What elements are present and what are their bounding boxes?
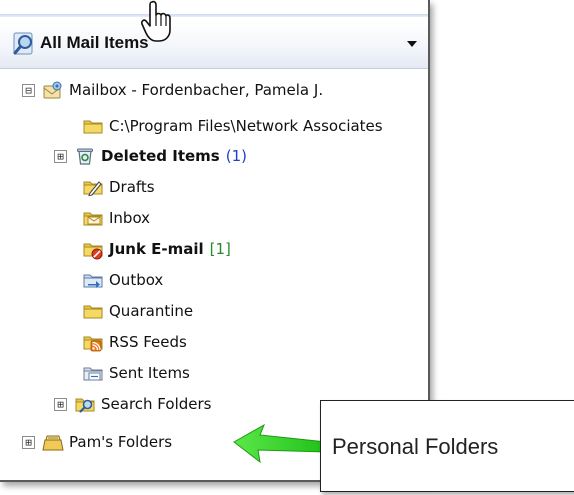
personal-folders-callout: Personal Folders — [320, 400, 574, 492]
tree-item-label: Inbox — [109, 209, 151, 227]
expand-toggle-icon[interactable]: ⊞ — [54, 149, 67, 163]
drafts-icon — [82, 176, 104, 198]
hand-cursor-icon — [141, 0, 171, 42]
tree-item-deleted-items[interactable]: ⊞ Deleted Items (1) — [54, 141, 247, 171]
deleted-items-icon — [74, 145, 96, 167]
pane-top-edge — [0, 14, 428, 17]
search-folder-icon — [12, 31, 36, 57]
rss-feeds-icon — [82, 331, 104, 353]
tree-item-label: Sent Items — [109, 364, 190, 382]
tree-item-inbox[interactable]: Inbox — [82, 203, 150, 233]
all-mail-items-header[interactable]: All Mail Items — [0, 22, 428, 69]
unread-count-badge: (1) — [225, 147, 247, 165]
expand-toggle-icon[interactable]: ⊞ — [54, 397, 67, 411]
callout-text: Personal Folders — [332, 434, 499, 459]
inbox-icon — [82, 207, 104, 229]
tree-item-label: Mailbox - Fordenbacher, Pamela J. — [69, 81, 324, 99]
tree-item-junk-email[interactable]: Junk E-mail [1] — [82, 234, 231, 264]
expand-toggle-icon[interactable]: ⊞ — [22, 435, 35, 449]
tree-item-label: C:\Program Files\Network Associates — [109, 117, 383, 135]
tree-item-quarantine[interactable]: Quarantine — [82, 296, 193, 326]
tree-item-drafts[interactable]: Drafts — [82, 172, 155, 202]
folder-icon — [82, 115, 104, 137]
collapse-toggle-icon[interactable]: ⊟ — [22, 83, 35, 97]
sent-items-icon — [82, 362, 104, 384]
tree-item-rss-feeds[interactable]: RSS Feeds — [82, 327, 187, 357]
tree-item-search-folders[interactable]: ⊞ Search Folders — [54, 389, 211, 419]
screenshot-stage: All Mail Items ⊟ Mailbox - Fordenbacher,… — [0, 0, 574, 495]
tree-item-label: Deleted Items — [101, 147, 220, 165]
tree-item-label: Quarantine — [109, 302, 194, 320]
tree-item-program-files[interactable]: C:\Program Files\Network Associates — [82, 111, 383, 141]
tree-item-label: Junk E-mail — [109, 240, 204, 258]
tree-item-sent-items[interactable]: Sent Items — [82, 358, 190, 388]
folder-icon — [82, 300, 104, 322]
header-title: All Mail Items — [40, 33, 149, 52]
item-count-badge: [1] — [209, 240, 231, 258]
green-arrow-icon — [233, 423, 327, 464]
tree-item-label: Search Folders — [101, 395, 212, 413]
junk-email-icon — [82, 238, 104, 260]
tree-item-outbox[interactable]: Outbox — [82, 265, 163, 295]
search-folders-icon — [74, 393, 96, 415]
mailbox-icon — [42, 79, 64, 101]
tree-item-label: RSS Feeds — [109, 333, 187, 351]
tree-item-mailbox[interactable]: ⊟ Mailbox - Fordenbacher, Pamela J. — [22, 75, 323, 105]
tree-item-label: Outbox — [109, 271, 164, 289]
tree-item-label: Pam's Folders — [69, 433, 173, 451]
tree-item-pams-folders[interactable]: ⊞ Pam's Folders — [22, 427, 172, 457]
outbox-icon — [82, 269, 104, 291]
dropdown-arrow-icon[interactable] — [404, 36, 420, 52]
tree-item-label: Drafts — [109, 178, 155, 196]
personal-folders-icon — [42, 431, 64, 453]
